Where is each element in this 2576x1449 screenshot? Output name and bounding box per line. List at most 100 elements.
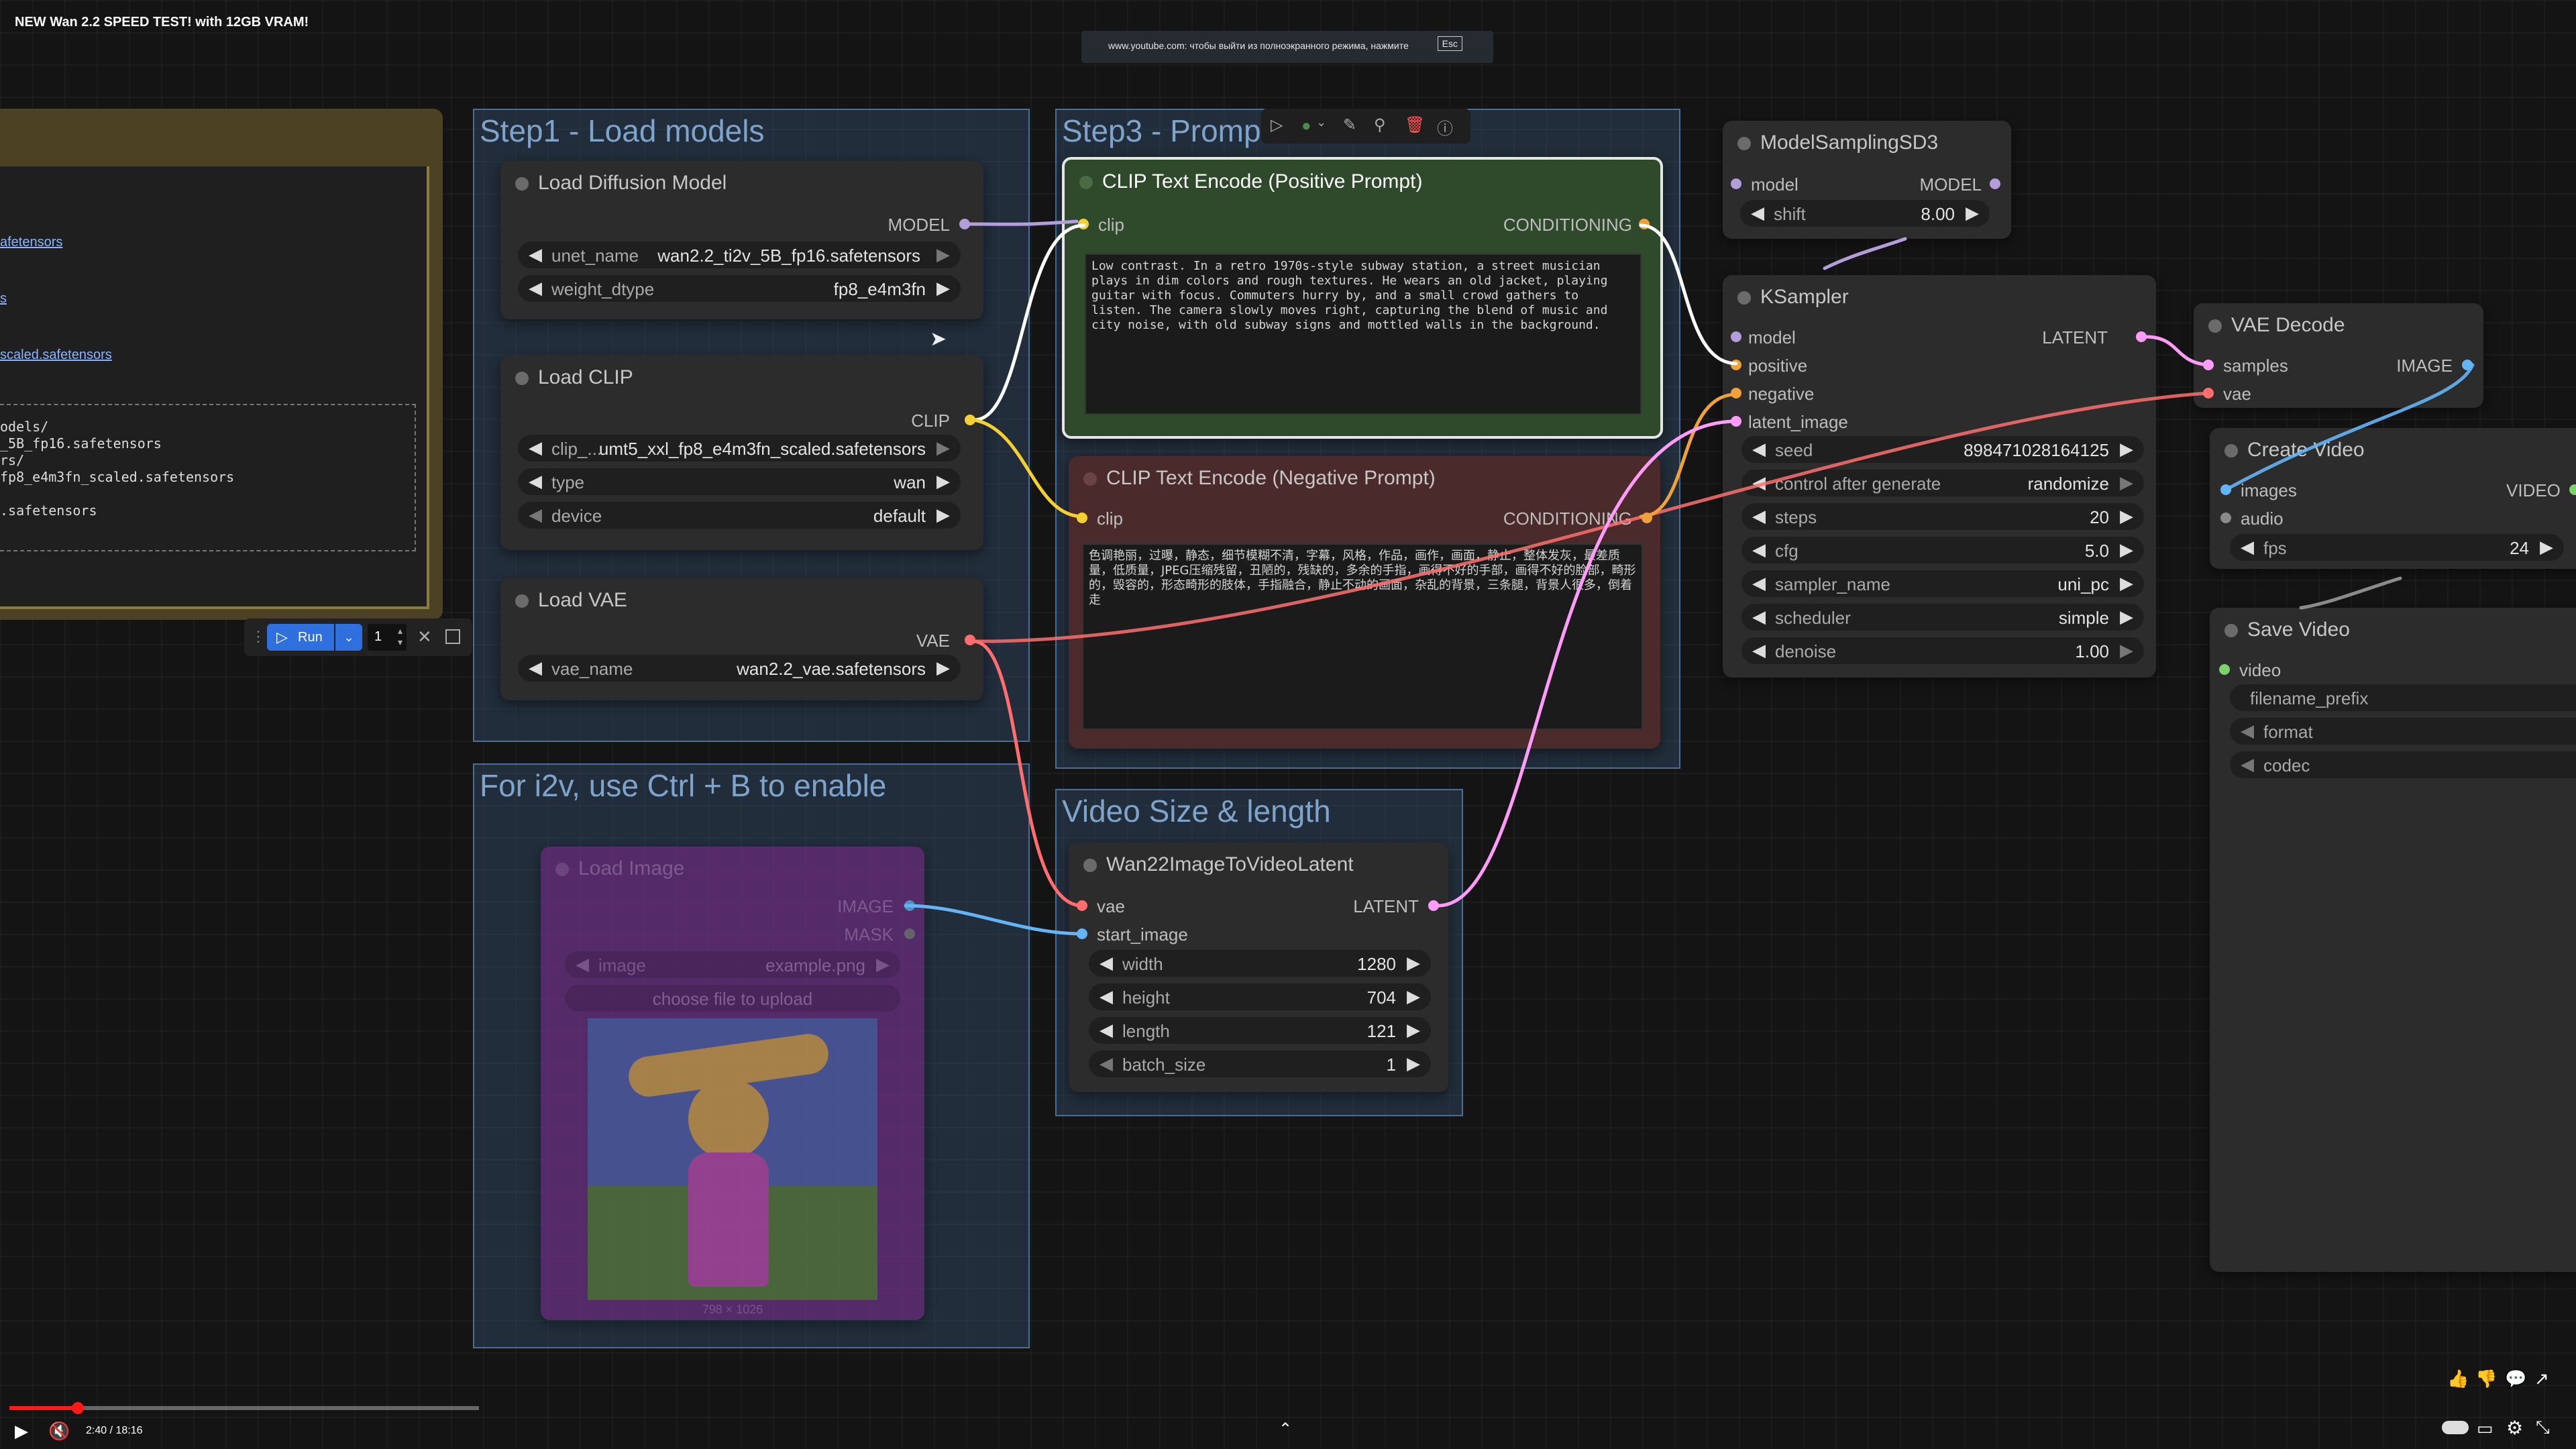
close-icon[interactable]: ✕ (417, 627, 432, 647)
collapse-dot[interactable] (1737, 291, 1751, 305)
collapse-dot[interactable] (1079, 176, 1093, 189)
input-socket-vae[interactable] (2203, 388, 2214, 398)
collapse-dot[interactable] (1083, 472, 1097, 486)
collapse-dot[interactable] (1083, 859, 1097, 872)
collapse-dot[interactable] (515, 177, 529, 191)
arrow-right-icon[interactable]: ▶ (936, 504, 950, 525)
arrow-right-icon[interactable]: ▶ (936, 471, 950, 492)
input-socket-samples[interactable] (2203, 360, 2214, 370)
input-socket-model[interactable] (1731, 178, 1741, 189)
arrow-left-icon[interactable]: ◀ (529, 244, 542, 265)
share-icon[interactable]: ↗ (2534, 1368, 2549, 1389)
arrow-right-icon[interactable]: ▶ (2120, 606, 2133, 627)
stop-icon[interactable] (445, 629, 460, 644)
arrow-left-icon[interactable]: ◀ (1752, 506, 1766, 527)
node-load-clip[interactable]: Load CLIP CLIP ◀ clip_... umt5_xxl_fp8_e… (500, 356, 983, 550)
output-socket-model[interactable] (1990, 178, 2000, 189)
batch-count-input[interactable]: 1 ▴ ▾ (368, 624, 407, 651)
output-socket-image[interactable] (2462, 360, 2473, 370)
arrow-right-icon[interactable]: ▶ (2120, 539, 2133, 560)
widget-filename-prefix[interactable]: filename_prefix (2230, 684, 2576, 711)
arrow-right-icon[interactable]: ▶ (936, 244, 950, 265)
output-socket-video[interactable] (2569, 484, 2576, 495)
node-wan22-image-to-video-latent[interactable]: Wan22ImageToVideoLatent vae start_image … (1069, 843, 1448, 1092)
collapse-dot[interactable] (515, 594, 529, 608)
arrow-right-icon[interactable]: ▶ (2120, 439, 2133, 460)
arrow-right-icon[interactable]: ▶ (2120, 640, 2133, 661)
dislike-icon[interactable]: 👎 (2475, 1368, 2497, 1389)
video-progress-bar[interactable] (9, 1402, 479, 1414)
arrow-left-icon[interactable]: ◀ (2241, 754, 2254, 775)
prompt-textarea[interactable]: 色调艳丽，过曝，静态，细节模糊不清，字幕，风格，作品，画作，画面，静止，整体发灰… (1082, 543, 1643, 730)
input-socket-start-image[interactable] (1077, 928, 1087, 939)
widget-type[interactable]: ◀ type wan ▶ (518, 468, 961, 495)
node-load-diffusion-model[interactable]: Load Diffusion Model MODEL ◀ unet_name w… (500, 161, 983, 319)
pin-icon[interactable]: ✎ (1343, 115, 1356, 135)
widget-vae-name[interactable]: ◀ vae_name wan2.2_vae.safetensors ▶ (518, 655, 961, 682)
info-icon[interactable]: ⓘ (1437, 115, 1453, 139)
chevron-down-icon[interactable]: ⌄ (1316, 115, 1326, 129)
arrow-right-icon[interactable]: ▶ (1407, 953, 1420, 973)
collapse-dot[interactable] (2224, 444, 2238, 458)
widget-device[interactable]: ◀ device default ▶ (518, 502, 961, 529)
arrow-left-icon[interactable]: ◀ (1752, 606, 1766, 627)
arrow-left-icon[interactable]: ◀ (1099, 986, 1113, 1007)
collapse-dot[interactable] (555, 863, 569, 876)
widget-seed[interactable]: ◀ seed 898471028164125 ▶ (1741, 436, 2144, 463)
delete-icon[interactable]: 🗑 (1405, 115, 1425, 135)
node-ksampler[interactable]: KSampler model positive negative latent_… (1723, 275, 2156, 678)
widget-sampler-name[interactable]: ◀ sampler_name uni_pc ▶ (1741, 570, 2144, 597)
input-socket-latent-image[interactable] (1731, 416, 1741, 427)
arrow-left-icon[interactable]: ◀ (529, 278, 542, 299)
arrow-left-icon[interactable]: ◀ (1752, 640, 1766, 661)
output-socket-image[interactable] (904, 900, 915, 911)
arrow-left-icon[interactable]: ◀ (1752, 539, 1766, 560)
arrow-right-icon[interactable]: ▶ (936, 278, 950, 299)
comments-icon[interactable]: 💬 (2505, 1368, 2526, 1389)
arrow-right-icon[interactable]: ▶ (2120, 472, 2133, 493)
widget-scheduler[interactable]: ◀ scheduler simple ▶ (1741, 604, 2144, 631)
input-socket-model[interactable] (1731, 331, 1741, 342)
exit-fullscreen-icon[interactable]: ⤡ (2536, 1417, 2550, 1438)
arrow-left-icon[interactable]: ◀ (2241, 537, 2254, 557)
arrow-right-icon[interactable]: ▶ (876, 954, 890, 975)
node-vae-decode[interactable]: VAE Decode samples vae IMAGE (2194, 303, 2483, 408)
settings-gear-icon[interactable]: ⚙ (2506, 1417, 2523, 1439)
note-link-3[interactable]: scaled.safetensors (0, 347, 112, 363)
arrow-left-icon[interactable]: ◀ (2241, 720, 2254, 741)
arrow-left-icon[interactable]: ◀ (529, 471, 542, 492)
widget-cfg[interactable]: ◀ cfg 5.0 ▶ (1741, 537, 2144, 564)
play-icon[interactable]: ▷ (1271, 115, 1283, 135)
input-socket-clip[interactable] (1078, 219, 1089, 229)
output-socket-latent[interactable] (1428, 900, 1439, 911)
output-socket-vae[interactable] (965, 635, 975, 645)
input-socket-vae[interactable] (1077, 900, 1087, 911)
widget-weight-dtype[interactable]: ◀ weight_dtype fp8_e4m3fn ▶ (518, 275, 961, 302)
arrow-left-icon[interactable]: ◀ (1752, 472, 1766, 493)
widget-batch-size[interactable]: ◀ batch_size 1 ▶ (1089, 1051, 1431, 1077)
input-socket-audio[interactable] (2220, 513, 2231, 523)
node-load-image-bypassed[interactable]: Load Image IMAGE MASK ◀ image example.pn… (541, 847, 924, 1320)
node-model-sampling-sd3[interactable]: ModelSamplingSD3 model MODEL ◀ shift 8.0… (1723, 121, 2011, 239)
collapse-dot[interactable] (1737, 137, 1751, 150)
arrow-left-icon[interactable]: ◀ (529, 657, 542, 678)
arrow-left-icon[interactable]: ◀ (576, 954, 589, 975)
input-socket-positive[interactable] (1731, 360, 1741, 370)
output-socket-clip[interactable] (965, 415, 975, 425)
arrow-right-icon[interactable]: ▶ (2120, 506, 2133, 527)
bypass-icon[interactable]: ⚲ (1374, 115, 1386, 135)
subtitles-icon[interactable]: ▭ (2477, 1418, 2493, 1439)
output-socket-model[interactable] (959, 219, 970, 229)
arrow-right-icon[interactable]: ▶ (936, 657, 950, 678)
node-save-video[interactable]: Save Video video filename_prefix ◀ forma… (2210, 608, 2576, 1272)
output-socket-latent[interactable] (2136, 331, 2147, 342)
run-dropdown-button[interactable]: ⌄ (335, 624, 362, 651)
arrow-left-icon[interactable]: ◀ (529, 504, 542, 525)
node-clip-text-encode-positive[interactable]: CLIP Text Encode (Positive Prompt) clip … (1062, 157, 1663, 439)
arrow-right-icon[interactable]: ▶ (1407, 1020, 1420, 1040)
arrow-left-icon[interactable]: ◀ (1752, 573, 1766, 594)
arrow-right-icon[interactable]: ▶ (1966, 203, 1979, 223)
output-socket-conditioning[interactable] (1642, 513, 1652, 523)
widget-format[interactable]: ◀ format (2230, 718, 2576, 745)
arrow-right-icon[interactable]: ▶ (2120, 573, 2133, 594)
